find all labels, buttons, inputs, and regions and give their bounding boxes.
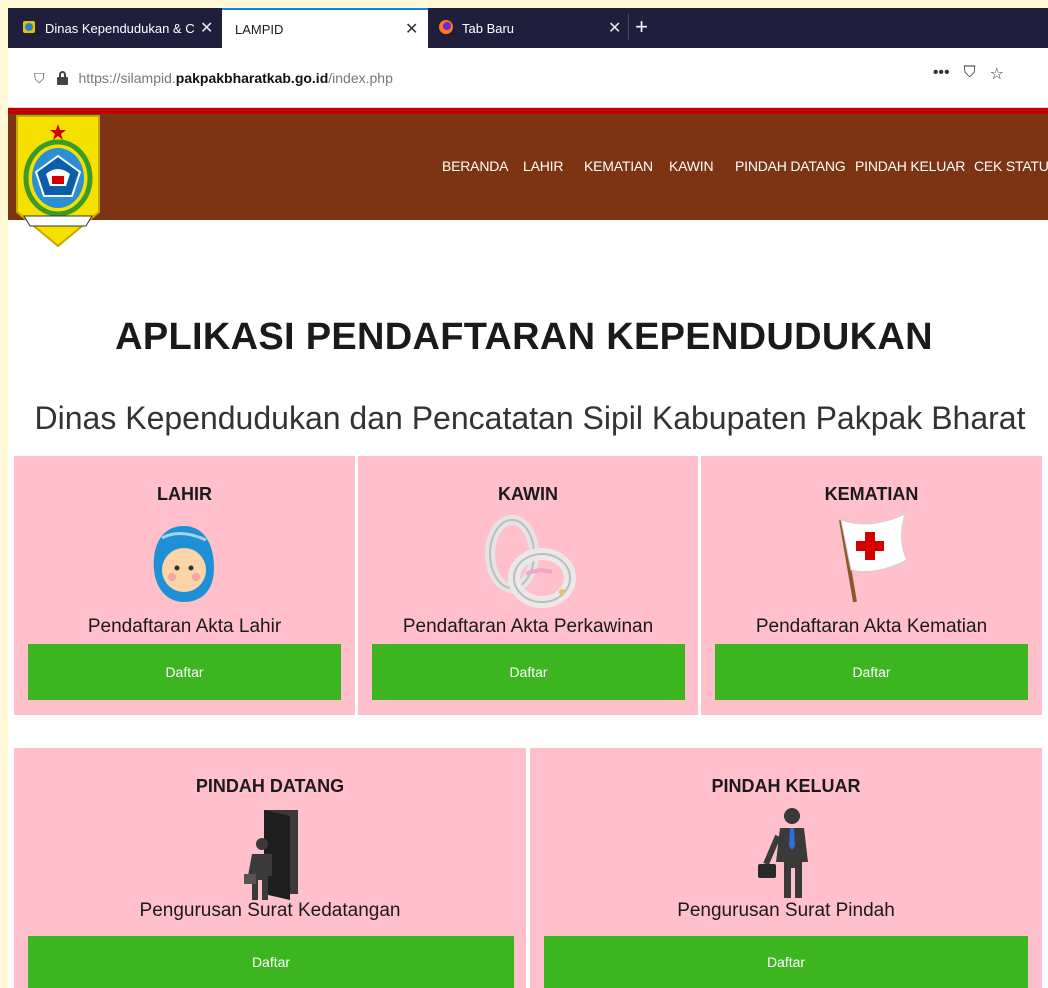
card-kematian: KEMATIAN Pendaftaran Akta Kematian Dafta… [701, 456, 1042, 715]
card-pindah-datang: PINDAH DATANG Pengurusan Surat Kedatanga… [14, 748, 526, 988]
browser-toolbar: ⛉ https://silampid.pakpakbharatkab.go.id… [8, 48, 1048, 108]
page-actions-icon[interactable]: ••• [933, 64, 950, 84]
site-favicon-icon [22, 20, 36, 37]
new-tab-button[interactable]: + [628, 14, 654, 40]
nav-cek-status[interactable]: CEK STATUS [974, 158, 1048, 174]
nav-beranda[interactable]: BERANDA [442, 158, 508, 174]
url-text[interactable]: https://silampid.pakpakbharatkab.go.id/i… [79, 70, 393, 86]
pocket-icon[interactable]: ⛉ [964, 64, 976, 84]
card-description: Pendaftaran Akta Lahir [87, 616, 282, 637]
baby-icon [150, 524, 218, 609]
bookmark-star-icon[interactable]: ☆ [990, 64, 1004, 84]
daftar-lahir-button[interactable]: Daftar [28, 644, 341, 700]
lock-icon[interactable] [56, 71, 69, 85]
firefox-icon [438, 19, 454, 38]
close-tab-icon[interactable]: ✕ [608, 18, 621, 38]
card-description: Pendaftaran Akta Perkawinan [402, 616, 654, 637]
card-pindah-keluar: PINDAH KELUAR Pengurusan Surat Pindah Da… [530, 748, 1042, 988]
page-title: APLIKASI PENDAFTARAN KEPENDUDUKAN [115, 316, 933, 358]
tab-title: Dinas Kependudukan & Catatan [45, 20, 195, 36]
card-description: Pengurusan Surat Pindah [677, 900, 895, 921]
kabupaten-logo[interactable] [14, 114, 102, 248]
address-bar[interactable]: ⛉ https://silampid.pakpakbharatkab.go.id… [26, 64, 1026, 92]
nav-kawin[interactable]: KAWIN [669, 158, 714, 174]
tab-dinas[interactable]: Dinas Kependudukan & Catatan ✕ [8, 8, 222, 48]
daftar-pindah-datang-button[interactable]: Daftar [28, 936, 514, 988]
card-title: KAWIN [498, 484, 558, 504]
daftar-pindah-keluar-button[interactable]: Daftar [544, 936, 1028, 988]
daftar-kematian-button[interactable]: Daftar [715, 644, 1028, 700]
card-title: LAHIR [157, 484, 212, 504]
card-description: Pendaftaran Akta Kematian [755, 616, 988, 637]
tab-title: LAMPID [235, 21, 284, 37]
card-title: PINDAH KELUAR [711, 776, 861, 796]
card-lahir: LAHIR Pendaftaran Akta Lahir Daftar [14, 456, 355, 715]
daftar-kawin-button[interactable]: Daftar [372, 644, 685, 700]
tab-title: Tab Baru [462, 20, 515, 36]
card-title: KEMATIAN [824, 484, 919, 504]
nav-kematian[interactable]: KEMATIAN [584, 158, 653, 174]
nav-pindah-datang[interactable]: PINDAH DATANG [735, 158, 846, 174]
red-cross-flag-icon [831, 510, 913, 611]
businessman-icon [758, 806, 818, 907]
nav-pindah-keluar[interactable]: PINDAH KELUAR [855, 158, 965, 174]
page-subtitle: Dinas Kependudukan dan Pencatatan Sipil … [34, 400, 1026, 436]
close-tab-icon[interactable]: ✕ [405, 19, 418, 39]
card-title: PINDAH DATANG [195, 776, 345, 796]
card-kawin: KAWIN Pendaftaran Akta Perkawinan Daftar [358, 456, 698, 715]
close-tab-icon[interactable]: ✕ [200, 18, 213, 38]
tab-new[interactable]: Tab Baru ✕ [428, 8, 628, 48]
card-description: Pengurusan Surat Kedatangan [139, 900, 401, 921]
tracking-shield-icon[interactable]: ⛉ [34, 70, 45, 87]
browser-tab-bar: Dinas Kependudukan & Catatan ✕ LAMPID ✕ … [8, 8, 1048, 48]
person-door-icon [242, 806, 306, 907]
tab-lampid[interactable]: LAMPID ✕ [222, 8, 428, 48]
nav-lahir[interactable]: LAHIR [523, 158, 563, 174]
rings-icon [482, 512, 576, 613]
